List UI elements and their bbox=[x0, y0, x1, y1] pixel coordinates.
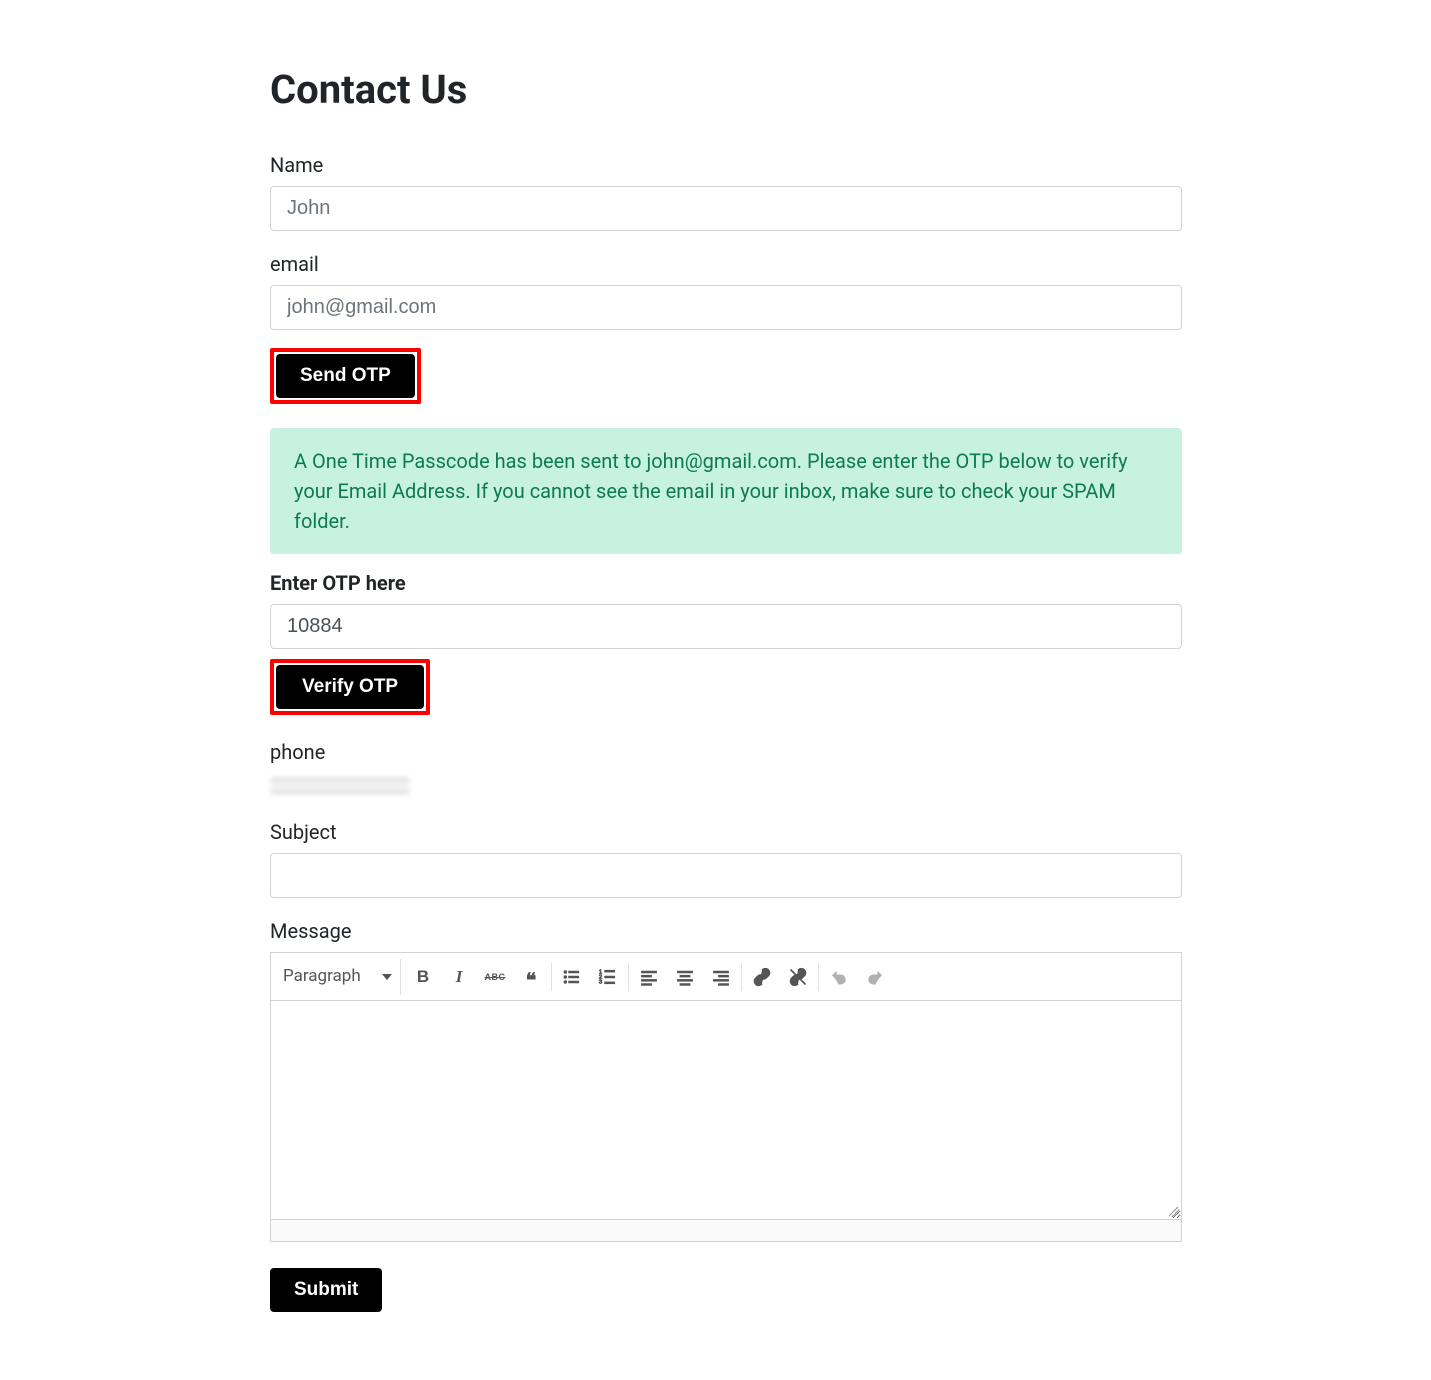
align-center-button[interactable] bbox=[667, 959, 703, 995]
otp-sent-alert: A One Time Passcode has been sent to joh… bbox=[270, 428, 1182, 554]
label-name: Name bbox=[270, 150, 1182, 180]
editor-statusbar bbox=[271, 1219, 1181, 1241]
numbered-list-icon: 123 bbox=[598, 967, 618, 987]
align-left-button[interactable] bbox=[631, 959, 667, 995]
field-name: Name bbox=[270, 150, 1182, 231]
field-otp: Enter OTP here bbox=[270, 568, 1182, 649]
redo-button[interactable] bbox=[857, 959, 893, 995]
editor-toolbar: Paragraph B I ABC ❝ 123 bbox=[271, 953, 1181, 1001]
submit-button[interactable]: Submit bbox=[270, 1268, 382, 1312]
align-right-button[interactable] bbox=[703, 959, 739, 995]
toolbar-separator bbox=[551, 963, 552, 991]
send-otp-button[interactable]: Send OTP bbox=[276, 354, 415, 398]
bullet-list-button[interactable] bbox=[554, 959, 590, 995]
message-textarea[interactable] bbox=[271, 1001, 1181, 1219]
contact-form-container: Contact Us Name email Send OTP A One Tim… bbox=[270, 0, 1182, 1372]
highlight-verify-otp: Verify OTP bbox=[270, 659, 430, 715]
format-select-label: Paragraph bbox=[283, 964, 361, 990]
label-otp: Enter OTP here bbox=[270, 568, 1182, 598]
bold-button[interactable]: B bbox=[405, 959, 441, 995]
numbered-list-button[interactable]: 123 bbox=[590, 959, 626, 995]
rich-text-editor: Paragraph B I ABC ❝ 123 bbox=[270, 952, 1182, 1242]
field-phone: phone bbox=[270, 737, 1182, 799]
input-email[interactable] bbox=[270, 285, 1182, 330]
unlink-icon bbox=[788, 967, 808, 987]
label-email: email bbox=[270, 249, 1182, 279]
label-message: Message bbox=[270, 916, 1182, 946]
undo-icon bbox=[829, 967, 849, 987]
highlight-send-otp: Send OTP bbox=[270, 348, 421, 404]
phone-redacted-value bbox=[270, 777, 410, 795]
svg-text:3: 3 bbox=[599, 979, 602, 985]
redo-icon bbox=[865, 967, 885, 987]
field-subject: Subject bbox=[270, 817, 1182, 898]
toolbar-separator bbox=[741, 963, 742, 991]
label-subject: Subject bbox=[270, 817, 1182, 847]
bullet-list-icon bbox=[562, 967, 582, 987]
input-otp[interactable] bbox=[270, 604, 1182, 649]
format-select[interactable]: Paragraph bbox=[275, 959, 401, 995]
align-center-icon bbox=[675, 967, 695, 987]
align-right-icon bbox=[711, 967, 731, 987]
strikethrough-button[interactable]: ABC bbox=[477, 959, 513, 995]
field-message: Message Paragraph B I ABC ❝ 123 bbox=[270, 916, 1182, 1242]
blockquote-button[interactable]: ❝ bbox=[513, 959, 549, 995]
input-phone[interactable] bbox=[270, 773, 1182, 799]
input-subject[interactable] bbox=[270, 853, 1182, 898]
label-phone: phone bbox=[270, 737, 1182, 767]
align-left-icon bbox=[639, 967, 659, 987]
chevron-down-icon bbox=[382, 974, 392, 980]
toolbar-separator bbox=[628, 963, 629, 991]
field-email: email bbox=[270, 249, 1182, 330]
link-button[interactable] bbox=[744, 959, 780, 995]
italic-button[interactable]: I bbox=[441, 959, 477, 995]
input-name[interactable] bbox=[270, 186, 1182, 231]
page-title: Contact Us bbox=[270, 60, 1182, 120]
verify-otp-button[interactable]: Verify OTP bbox=[276, 665, 424, 709]
link-icon bbox=[752, 967, 772, 987]
toolbar-separator bbox=[818, 963, 819, 991]
undo-button[interactable] bbox=[821, 959, 857, 995]
unlink-button[interactable] bbox=[780, 959, 816, 995]
